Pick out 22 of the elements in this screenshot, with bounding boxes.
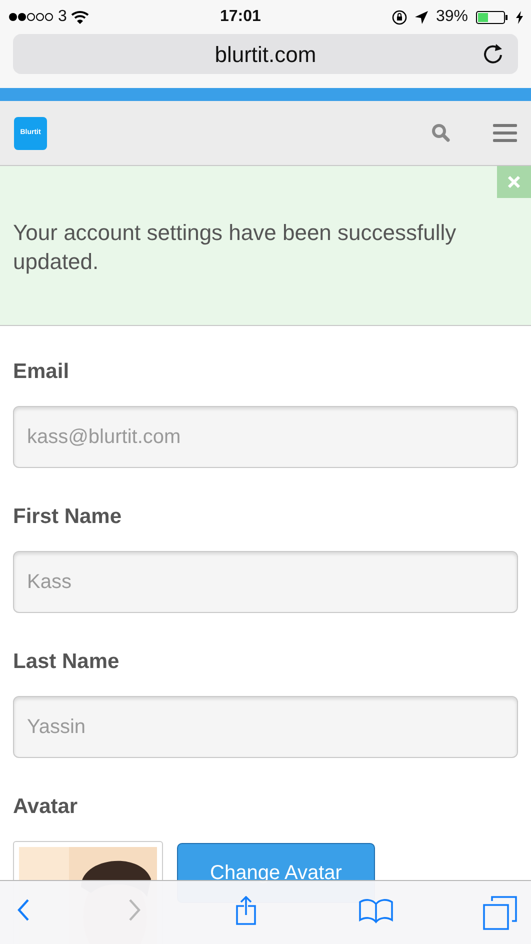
- field-label: Email: [13, 359, 70, 384]
- input-field[interactable]: kass@blurtit.com: [13, 406, 518, 468]
- field-label: First Name: [13, 504, 123, 529]
- signal-icon: [8, 12, 54, 22]
- tabs-icon[interactable]: [483, 896, 517, 930]
- location-arrow-icon: [414, 10, 428, 24]
- carrier-name: 3: [58, 7, 67, 27]
- success-message: Your account settings have been successfully updated.: [13, 219, 458, 276]
- charging-icon: [516, 10, 523, 24]
- rotation-lock-icon: [392, 10, 407, 24]
- field-label: Last Name: [13, 649, 120, 674]
- input-field[interactable]: Kass: [13, 551, 518, 613]
- input-field[interactable]: Yassin: [13, 696, 518, 758]
- wifi-icon: [70, 10, 89, 24]
- address-bar[interactable]: blurtit.com: [13, 34, 518, 74]
- battery-icon: [476, 10, 508, 24]
- search-icon[interactable]: [431, 123, 451, 143]
- clock-time: 17:01: [220, 7, 261, 27]
- menu-icon[interactable]: [493, 123, 517, 143]
- field-label: Avatar: [13, 794, 79, 819]
- reload-icon[interactable]: [484, 43, 504, 65]
- battery-percent: 39%: [436, 7, 468, 27]
